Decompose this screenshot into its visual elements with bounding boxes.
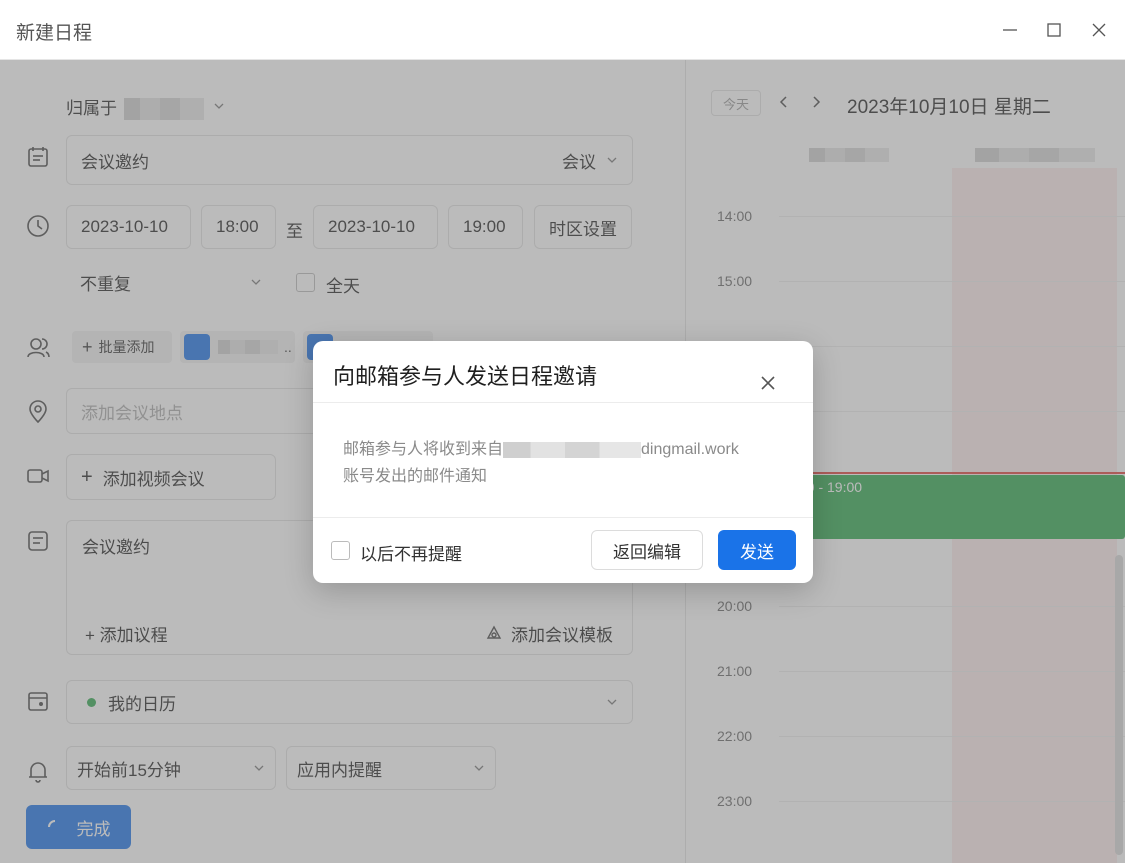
close-window-icon[interactable] (1085, 16, 1113, 44)
sender-account-blurred (503, 441, 642, 458)
minimize-icon[interactable] (996, 16, 1024, 44)
dialog-title: 向邮箱参与人发送日程邀请 (333, 364, 598, 389)
email-invite-dialog: 向邮箱参与人发送日程邀请 邮箱参与人将收到来自 dingmail.work 账号发… (313, 341, 813, 583)
send-button[interactable]: 发送 (718, 530, 796, 570)
maximize-icon[interactable] (1040, 16, 1068, 44)
dialog-body-line1: 邮箱参与人将收到来自 dingmail.work (343, 436, 783, 463)
divider (313, 517, 813, 518)
body-prefix: 邮箱参与人将收到来自 (343, 441, 504, 458)
title-bar: 新建日程 (0, 0, 1125, 60)
back-to-edit-button[interactable]: 返回编辑 (591, 530, 703, 570)
dialog-body-line2: 账号发出的邮件通知 (343, 468, 488, 485)
window-title: 新建日程 (16, 23, 93, 44)
dont-remind-checkbox[interactable] (331, 541, 350, 560)
dialog-body: 邮箱参与人将收到来自 dingmail.work 账号发出的邮件通知 (343, 436, 783, 490)
body-domain: dingmail.work (641, 441, 739, 458)
divider (313, 402, 813, 403)
close-icon[interactable] (757, 372, 779, 394)
dont-remind-label: 以后不再提醒 (360, 545, 462, 564)
